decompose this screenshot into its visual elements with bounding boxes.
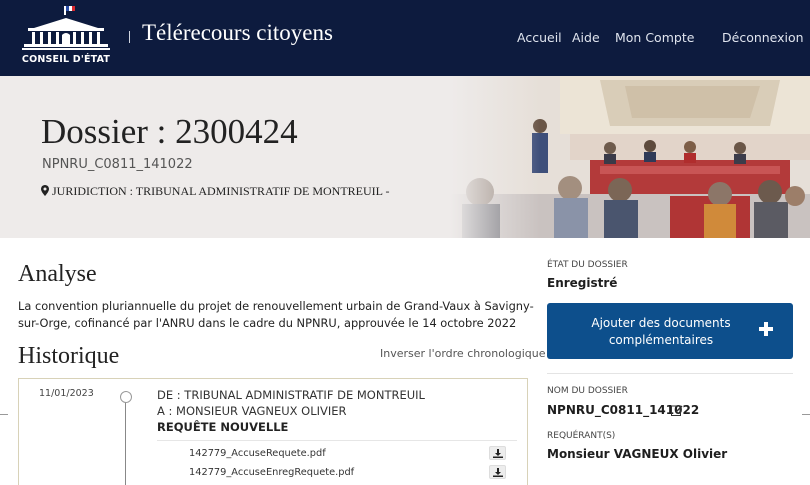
plus-icon (759, 322, 773, 336)
right-edge-mark (802, 414, 810, 415)
entry-to: A : MONSIEUR VAGNEUX OLIVIER (157, 404, 347, 418)
download-button[interactable] (489, 465, 506, 479)
analyse-text: La convention pluriannuelle du projet de… (18, 299, 534, 330)
download-icon (493, 449, 503, 458)
analyse-heading: Analyse (18, 261, 97, 287)
entry-from: DE : TRIBUNAL ADMINISTRATIF DE MONTREUIL (157, 388, 425, 402)
entry-type: REQUÊTE NOUVELLE (157, 420, 289, 434)
add-documents-button[interactable]: Ajouter des documents complémentaires (547, 303, 793, 359)
nom-label: NOM DU DOSSIER (547, 386, 628, 396)
sidebar-divider (547, 373, 793, 374)
etat-value: Enregistré (547, 276, 618, 290)
dossier-title: Dossier : 2300424 (41, 112, 298, 151)
download-button[interactable] (489, 446, 506, 460)
historique-timeline: 11/01/2023 DE : TRIBUNAL ADMINISTRATIF D… (18, 378, 528, 485)
file-link[interactable]: 142779_AccuseRequete.pdf (189, 448, 326, 459)
historique-heading: Historique (18, 343, 120, 369)
juridiction-line: JURIDICTION : TRIBUNAL ADMINISTRATIF DE … (41, 184, 390, 199)
invert-order-link[interactable]: Inverser l'ordre chronologique (380, 347, 545, 360)
entry-divider (157, 440, 517, 441)
add-documents-label: Ajouter des documents complémentaires (591, 316, 731, 347)
juridiction-text: JURIDICTION : TRIBUNAL ADMINISTRATIF DE … (52, 184, 390, 198)
palais-royal-icon (22, 6, 110, 50)
left-edge-mark (0, 414, 8, 415)
etat-label: ÉTAT DU DOSSIER (547, 260, 628, 270)
timeline-dot (120, 391, 132, 403)
app-title: Télérecours citoyens (142, 20, 333, 45)
timeline-line (125, 399, 126, 485)
edit-icon[interactable] (671, 404, 683, 416)
entry-date: 11/01/2023 (39, 388, 94, 399)
nav-mon-compte[interactable]: Mon Compte (615, 30, 694, 45)
courtroom-illustration (450, 76, 810, 238)
requerant-label: REQUÉRANT(S) (547, 431, 616, 441)
conseil-etat-logo[interactable]: CONSEIL D'ÉTAT (20, 6, 112, 70)
file-link[interactable]: 142779_AccuseEnregRequete.pdf (189, 467, 354, 478)
nav-deconnexion[interactable]: Déconnexion (722, 30, 804, 45)
nav-aide[interactable]: Aide (572, 30, 600, 45)
dossier-reference: NPNRU_C0811_141022 (42, 157, 193, 172)
map-marker-icon (41, 185, 49, 196)
requerant-value: Monsieur VAGNEUX Olivier (547, 447, 728, 461)
title-separator (129, 31, 130, 43)
top-navigation-bar: CONSEIL D'ÉTAT Télérecours citoyens Accu… (0, 0, 810, 76)
logo-text: CONSEIL D'ÉTAT (21, 54, 111, 65)
download-icon (493, 468, 503, 477)
nav-accueil[interactable]: Accueil (517, 30, 562, 45)
